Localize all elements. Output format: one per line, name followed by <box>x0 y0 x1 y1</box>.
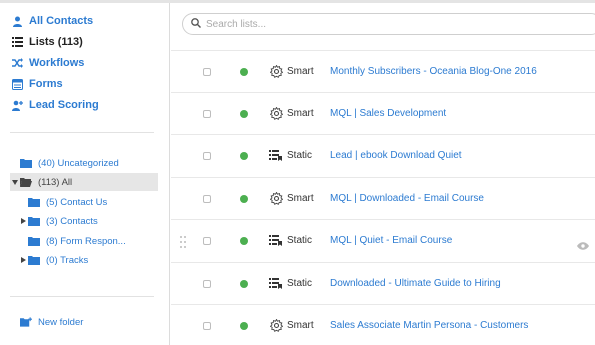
list-name-link[interactable]: Monthly Subscribers - Oceania Blog-One 2… <box>330 66 537 77</box>
row-checkbox[interactable] <box>203 67 211 76</box>
folder-label: (40) Uncategorized <box>38 157 119 169</box>
list-name-link[interactable]: MQL | Sales Development <box>330 108 446 119</box>
folder-label: (0) Tracks <box>46 254 89 266</box>
folder-uncategorized[interactable]: (40) Uncategorized <box>20 154 119 172</box>
folder-label: (113) All <box>38 176 73 188</box>
folder-label: (5) Contact Us <box>46 196 108 208</box>
list-row[interactable]: Smart MQL | Sales Development <box>171 92 595 134</box>
folder-tracks[interactable]: (0) Tracks <box>20 251 88 269</box>
folder-icon <box>28 236 40 246</box>
status-active-dot <box>240 236 248 245</box>
folder-contact-us[interactable]: (5) Contact Us <box>28 193 107 211</box>
row-checkbox[interactable] <box>203 194 211 203</box>
nav-lead-scoring[interactable]: Lead Scoring <box>11 97 99 113</box>
list-type-label: Static <box>287 235 313 246</box>
list-name-link[interactable]: Downloaded - Ultimate Guide to Hiring <box>330 278 501 289</box>
status-active-dot <box>240 67 248 76</box>
folder-icon <box>28 197 40 207</box>
folder-contacts[interactable]: (3) Contacts <box>20 212 98 230</box>
list-type-label: Static <box>287 150 313 161</box>
status-active-dot <box>240 109 248 118</box>
row-checkbox[interactable] <box>203 151 211 160</box>
list-row[interactable]: Static Lead | ebook Download Quiet <box>171 134 595 176</box>
folder-icon <box>20 158 32 168</box>
search-icon <box>191 15 201 33</box>
list-icon <box>11 36 23 48</box>
folder-all[interactable]: (113) All <box>10 173 158 191</box>
list-type-label: Smart <box>287 108 314 119</box>
list-row[interactable]: Smart Sales Associate Martin Persona - Cu… <box>171 304 595 345</box>
person-icon <box>11 15 23 27</box>
search-input[interactable] <box>206 18 566 30</box>
status-active-dot <box>240 321 248 330</box>
static-list-icon <box>269 235 283 247</box>
list-type: Smart <box>269 319 314 332</box>
shuffle-icon <box>11 57 23 69</box>
nav-label: Workflows <box>29 57 85 69</box>
gear-icon <box>269 192 283 205</box>
nav-workflows[interactable]: Workflows <box>11 55 84 71</box>
list-type: Static <box>269 278 312 290</box>
new-folder-label: New folder <box>38 316 84 328</box>
row-checkbox[interactable] <box>203 109 211 118</box>
folder-open-icon <box>20 177 32 187</box>
list-name-link[interactable]: MQL | Quiet - Email Course <box>330 235 452 246</box>
list-name-link[interactable]: Lead | ebook Download Quiet <box>330 150 462 161</box>
form-icon <box>11 78 23 90</box>
list-type: Smart <box>269 65 314 78</box>
list-name-link[interactable]: MQL | Downloaded - Email Course <box>330 193 484 204</box>
eye-icon[interactable] <box>577 237 589 250</box>
divider <box>10 132 154 133</box>
static-list-icon <box>269 278 283 290</box>
list-row[interactable]: Smart MQL | Downloaded - Email Course <box>171 177 595 219</box>
list-type-label: Smart <box>287 320 314 331</box>
list-type: Static <box>269 235 312 247</box>
sidebar: All Contacts Lists (113) Workflows Forms… <box>0 3 170 345</box>
list-name-link[interactable]: Sales Associate Martin Persona - Custome… <box>330 320 528 331</box>
list-type-label: Static <box>287 278 313 289</box>
folder-icon <box>28 255 40 265</box>
nav-forms[interactable]: Forms <box>11 76 63 92</box>
gear-icon <box>269 107 283 120</box>
list-row[interactable]: Smart Monthly Subscribers - Oceania Blog-… <box>171 50 595 92</box>
list-type-label: Smart <box>287 193 314 204</box>
status-active-dot <box>240 194 248 203</box>
folder-icon <box>28 216 40 226</box>
gear-icon <box>269 65 283 78</box>
nav-lists[interactable]: Lists (113) <box>11 34 83 50</box>
nav-label: Lists (113) <box>29 36 83 48</box>
caret-right-icon[interactable] <box>20 217 26 225</box>
divider <box>10 296 154 297</box>
folder-label: (8) Form Respon... <box>46 235 126 247</box>
static-list-icon <box>269 150 283 162</box>
row-checkbox[interactable] <box>203 279 211 288</box>
folder-form-responses[interactable]: (8) Form Respon... <box>28 232 126 250</box>
nav-label: All Contacts <box>29 15 94 27</box>
folder-add-icon <box>20 317 32 327</box>
list-row[interactable]: Static MQL | Quiet - Email Course <box>171 219 595 261</box>
caret-right-icon[interactable] <box>20 256 26 264</box>
list-type: Smart <box>269 192 314 205</box>
status-active-dot <box>240 279 248 288</box>
row-checkbox[interactable] <box>203 236 211 245</box>
gear-icon <box>269 319 283 332</box>
caret-down-icon[interactable] <box>12 178 18 186</box>
drag-handle-icon[interactable] <box>180 235 186 248</box>
nav-all-contacts[interactable]: All Contacts <box>11 13 93 29</box>
list-type: Static <box>269 150 312 162</box>
search-box[interactable] <box>182 13 595 35</box>
row-checkbox[interactable] <box>203 321 211 330</box>
nav-label: Lead Scoring <box>29 99 99 111</box>
new-folder-button[interactable]: New folder <box>20 313 83 331</box>
lists-panel: Smart Monthly Subscribers - Oceania Blog-… <box>171 3 595 345</box>
nav-label: Forms <box>29 78 63 90</box>
list-type-label: Smart <box>287 66 314 77</box>
list-type: Smart <box>269 107 314 120</box>
person-add-icon <box>11 99 23 111</box>
list-row[interactable]: Static Downloaded - Ultimate Guide to Hir… <box>171 262 595 304</box>
status-active-dot <box>240 151 248 160</box>
folder-label: (3) Contacts <box>46 215 98 227</box>
